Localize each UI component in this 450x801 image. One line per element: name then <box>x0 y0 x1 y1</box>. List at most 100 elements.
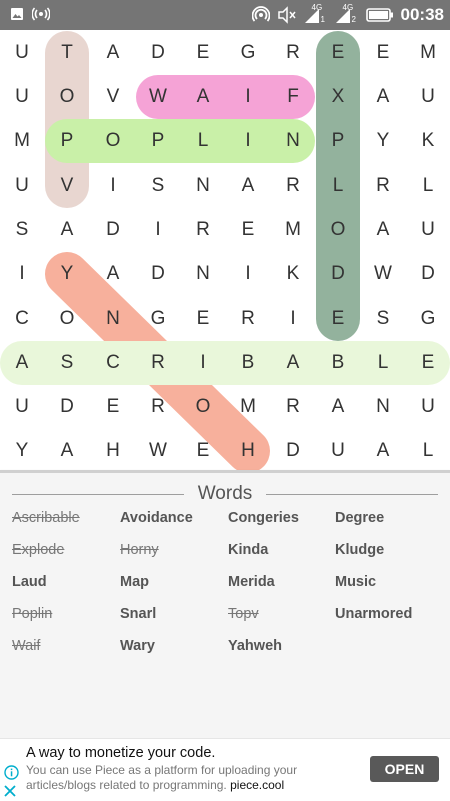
grid-cell[interactable]: U <box>315 429 361 473</box>
ad-body[interactable]: You can use Piece as a platform for uplo… <box>26 763 346 793</box>
grid-cell[interactable]: H <box>225 429 271 473</box>
grid-cell[interactable]: A <box>44 429 90 473</box>
grid-cell[interactable]: D <box>135 31 181 75</box>
grid-cell[interactable]: P <box>44 119 90 163</box>
grid-cell[interactable]: L <box>180 119 226 163</box>
grid-cell[interactable]: M <box>225 385 271 429</box>
grid-cell[interactable]: P <box>135 119 181 163</box>
grid-cell[interactable]: E <box>180 429 226 473</box>
grid-cell[interactable]: V <box>44 164 90 208</box>
grid-cell[interactable]: B <box>225 341 271 385</box>
grid-cell[interactable]: U <box>0 385 45 429</box>
grid-cell[interactable]: I <box>270 297 316 341</box>
ad-banner[interactable]: A way to monetize your code. You can use… <box>0 738 450 801</box>
grid-cell[interactable]: A <box>225 164 271 208</box>
grid-cell[interactable]: U <box>0 164 45 208</box>
grid-cell[interactable]: N <box>180 164 226 208</box>
grid-cell[interactable]: L <box>360 341 406 385</box>
grid-cell[interactable]: D <box>44 385 90 429</box>
grid-cell[interactable]: K <box>405 119 450 163</box>
grid-cell[interactable]: C <box>0 297 45 341</box>
grid-cell[interactable]: E <box>405 341 450 385</box>
grid-cell[interactable]: R <box>180 208 226 252</box>
grid-cell[interactable]: L <box>315 164 361 208</box>
grid-cell[interactable]: A <box>90 31 136 75</box>
grid-cell[interactable]: C <box>90 341 136 385</box>
grid-cell[interactable]: X <box>315 75 361 119</box>
grid-cell[interactable]: R <box>135 385 181 429</box>
grid-cell[interactable]: E <box>315 297 361 341</box>
grid-cell[interactable]: V <box>90 75 136 119</box>
grid-cell[interactable]: N <box>360 385 406 429</box>
grid-cell[interactable]: T <box>44 31 90 75</box>
grid-cell[interactable]: S <box>0 208 45 252</box>
grid-cell[interactable]: A <box>44 208 90 252</box>
grid-cell[interactable]: R <box>225 297 271 341</box>
grid-cell[interactable]: A <box>90 252 136 296</box>
grid-cell[interactable]: O <box>90 119 136 163</box>
grid-cell[interactable]: U <box>405 208 450 252</box>
grid-cell[interactable]: S <box>44 341 90 385</box>
grid-cell[interactable]: E <box>180 31 226 75</box>
word-grid[interactable]: UTADEGREEMUOVWAIFXAUMPOPLINPYKUVISNARLRL… <box>0 30 450 470</box>
grid-cell[interactable]: L <box>405 429 450 473</box>
grid-cell[interactable]: N <box>90 297 136 341</box>
grid-cell[interactable]: U <box>0 31 45 75</box>
grid-cell[interactable]: A <box>270 341 316 385</box>
ad-open-button[interactable]: OPEN <box>370 756 439 782</box>
grid-cell[interactable]: E <box>90 385 136 429</box>
grid-cell[interactable]: I <box>225 75 271 119</box>
grid-cell[interactable]: Y <box>0 429 45 473</box>
grid-cell[interactable]: A <box>180 75 226 119</box>
grid-cell[interactable]: G <box>225 31 271 75</box>
grid-cell[interactable]: Y <box>360 119 406 163</box>
grid-cell[interactable]: O <box>44 297 90 341</box>
grid-cell[interactable]: W <box>135 75 181 119</box>
grid-cell[interactable]: L <box>405 164 450 208</box>
grid-cell[interactable]: U <box>405 75 450 119</box>
grid-cell[interactable]: E <box>180 297 226 341</box>
grid-cell[interactable]: A <box>360 75 406 119</box>
info-icon[interactable] <box>4 765 19 780</box>
grid-cell[interactable]: R <box>270 385 316 429</box>
grid-cell[interactable]: E <box>360 31 406 75</box>
grid-cell[interactable]: D <box>405 252 450 296</box>
grid-cell[interactable]: I <box>0 252 45 296</box>
grid-cell[interactable]: K <box>270 252 316 296</box>
grid-cell[interactable]: R <box>135 341 181 385</box>
grid-cell[interactable]: D <box>90 208 136 252</box>
grid-cell[interactable]: O <box>44 75 90 119</box>
grid-cell[interactable]: I <box>135 208 181 252</box>
close-icon[interactable] <box>3 784 17 798</box>
grid-cell[interactable]: B <box>315 341 361 385</box>
grid-cell[interactable]: G <box>135 297 181 341</box>
grid-cell[interactable]: E <box>225 208 271 252</box>
grid-cell[interactable]: D <box>315 252 361 296</box>
grid-cell[interactable]: S <box>135 164 181 208</box>
grid-cell[interactable]: M <box>0 119 45 163</box>
grid-cell[interactable]: I <box>225 252 271 296</box>
grid-cell[interactable]: Y <box>44 252 90 296</box>
grid-cell[interactable]: R <box>360 164 406 208</box>
grid-cell[interactable]: I <box>180 341 226 385</box>
grid-cell[interactable]: E <box>315 31 361 75</box>
grid-cell[interactable]: A <box>360 429 406 473</box>
grid-cell[interactable]: N <box>270 119 316 163</box>
grid-cell[interactable]: M <box>270 208 316 252</box>
grid-cell[interactable]: H <box>90 429 136 473</box>
grid-cell[interactable]: D <box>135 252 181 296</box>
grid-cell[interactable]: S <box>360 297 406 341</box>
grid-cell[interactable]: I <box>90 164 136 208</box>
grid-cell[interactable]: U <box>405 385 450 429</box>
grid-cell[interactable]: W <box>135 429 181 473</box>
grid-cell[interactable]: M <box>405 31 450 75</box>
grid-cell[interactable]: A <box>0 341 45 385</box>
grid-cell[interactable]: O <box>315 208 361 252</box>
grid-cell[interactable]: R <box>270 31 316 75</box>
grid-cell[interactable]: U <box>0 75 45 119</box>
grid-cell[interactable]: O <box>180 385 226 429</box>
grid-cell[interactable]: F <box>270 75 316 119</box>
grid-cell[interactable]: W <box>360 252 406 296</box>
grid-cell[interactable]: G <box>405 297 450 341</box>
ad-headline[interactable]: A way to monetize your code. <box>26 745 215 761</box>
